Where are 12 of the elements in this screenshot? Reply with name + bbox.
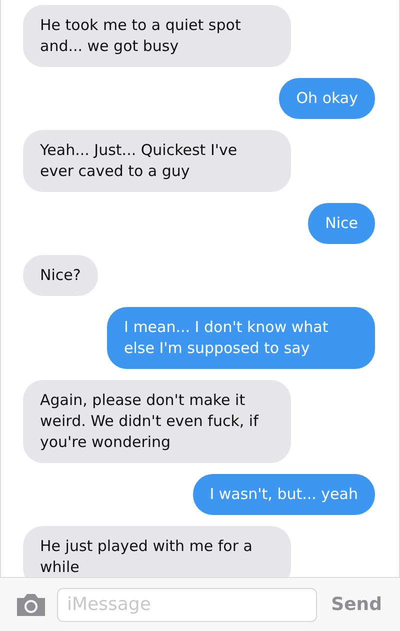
send-button[interactable]: Send [327, 591, 386, 618]
message-bubble: He just played with me for a while [23, 526, 291, 577]
message-field[interactable]: iMessage [57, 588, 318, 622]
message-bubble: I mean... I don't know what else I'm supposed to say [107, 307, 375, 369]
camera-icon[interactable] [15, 592, 47, 616]
message-bubble: He took me to a quiet spot and... we got busy [23, 5, 291, 67]
message-bubble: Yeah... Just... Quickest I've ever caved to a guy [23, 130, 291, 192]
message-bubble: Nice [308, 203, 375, 244]
message-bubble: Oh okay [279, 78, 375, 119]
message-bubble: Nice? [23, 255, 98, 296]
message-bubble: Again, please don't make it weird. We didn't even fuck, if you're wondering [23, 380, 291, 463]
message-bubble: I wasn't, but... yeah [192, 474, 375, 515]
